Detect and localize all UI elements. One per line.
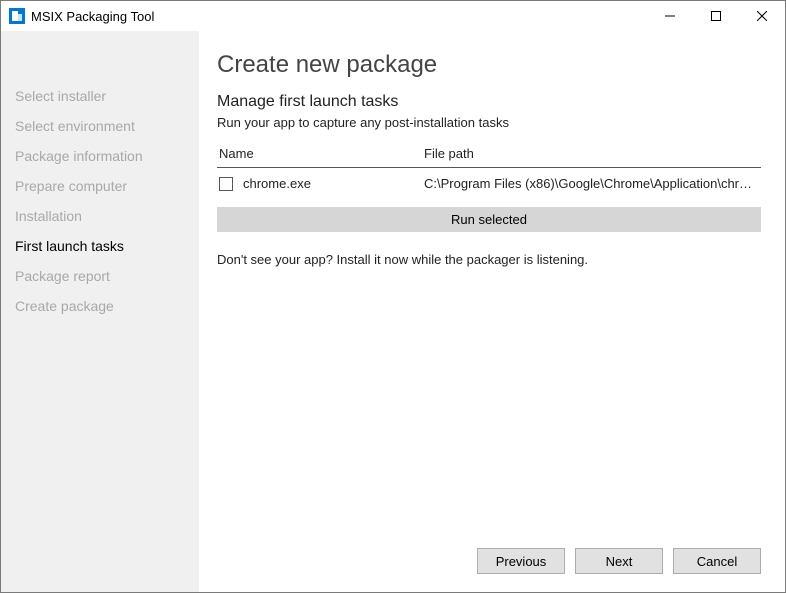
sidebar-item-create-package[interactable]: Create package [1,291,199,321]
sidebar-item-select-environment[interactable]: Select environment [1,111,199,141]
wizard-footer: Previous Next Cancel [477,548,761,574]
next-button[interactable]: Next [575,548,663,574]
minimize-button[interactable] [647,1,693,31]
section-description: Run your app to capture any post-install… [217,115,761,130]
sidebar: Select installer Select environment Pack… [1,31,199,592]
window-controls [647,1,785,31]
run-selected-button[interactable]: Run selected [217,207,761,232]
title-bar: MSIX Packaging Tool [1,1,785,31]
sidebar-item-package-report[interactable]: Package report [1,261,199,291]
main-content: Create new package Manage first launch t… [199,31,785,592]
sidebar-item-prepare-computer[interactable]: Prepare computer [1,171,199,201]
cancel-button[interactable]: Cancel [673,548,761,574]
install-hint: Don't see your app? Install it now while… [217,252,761,267]
window-title: MSIX Packaging Tool [31,9,647,24]
maximize-button[interactable] [693,1,739,31]
table-row[interactable]: chrome.exe C:\Program Files (x86)\Google… [217,168,761,200]
row-filepath-label: C:\Program Files (x86)\Google\Chrome\App… [422,168,761,200]
name-cell: chrome.exe [219,176,420,191]
row-checkbox[interactable] [219,177,233,191]
sidebar-item-package-information[interactable]: Package information [1,141,199,171]
row-name-label: chrome.exe [243,176,311,191]
sidebar-item-installation[interactable]: Installation [1,201,199,231]
column-header-name: Name [217,142,422,168]
previous-button[interactable]: Previous [477,548,565,574]
section-title: Manage first launch tasks [217,93,761,111]
sidebar-item-first-launch-tasks[interactable]: First launch tasks [1,231,199,261]
app-icon [9,8,25,24]
sidebar-item-select-installer[interactable]: Select installer [1,81,199,111]
app-window: MSIX Packaging Tool Select installer Sel… [0,0,786,593]
launch-tasks-table: Name File path chrome.exe C:\Program Fil… [217,142,761,199]
page-title: Create new package [217,51,761,79]
window-body: Select installer Select environment Pack… [1,31,785,592]
close-button[interactable] [739,1,785,31]
column-header-filepath: File path [422,142,761,168]
table-header-row: Name File path [217,142,761,168]
